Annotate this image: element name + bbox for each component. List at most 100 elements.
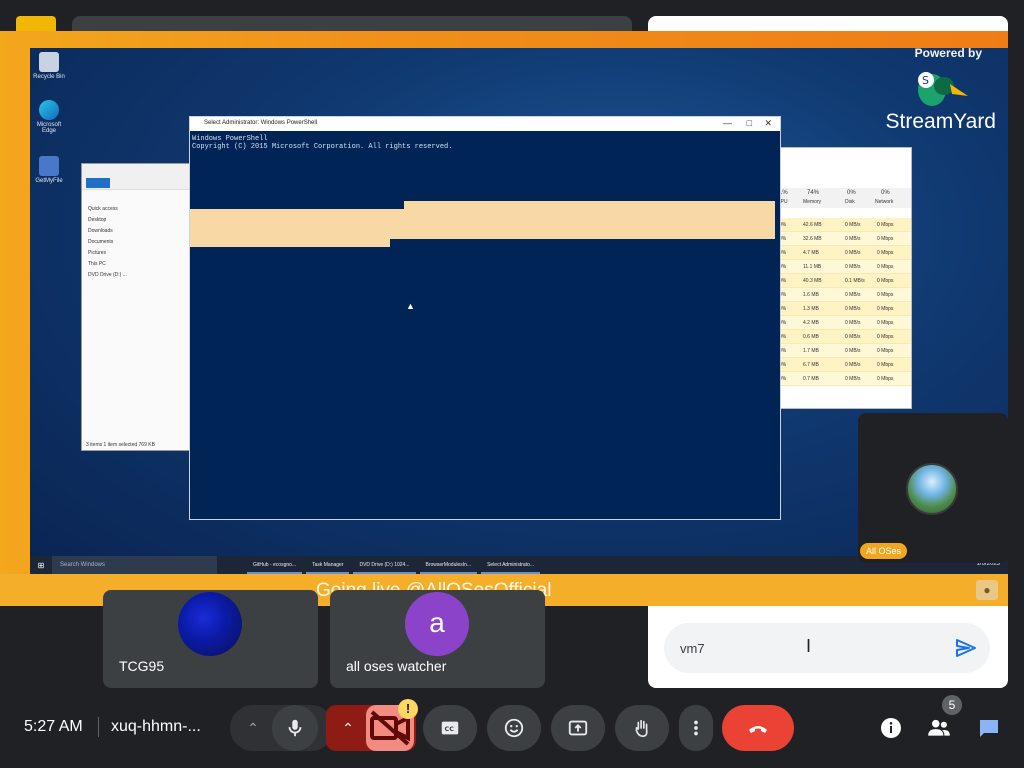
task-manager-row[interactable]: 0% 32.6 MB 0 MB/s 0 Mbps bbox=[773, 232, 911, 246]
participant-name: TCG95 bbox=[119, 658, 165, 674]
desktop-icon-recycle-bin[interactable]: Recycle Bin bbox=[32, 52, 66, 80]
task-manager-row[interactable]: 0% 6.7 MB 0 MB/s 0 Mbps bbox=[773, 358, 911, 372]
info-icon bbox=[881, 718, 901, 738]
present-screen-icon bbox=[568, 720, 588, 736]
video-options-button[interactable]: ⌃ bbox=[326, 705, 370, 751]
edge-icon bbox=[39, 100, 59, 120]
divider bbox=[98, 717, 99, 737]
svg-text:CC: CC bbox=[445, 725, 455, 733]
memory-header: 74% bbox=[807, 190, 820, 196]
people-button[interactable] bbox=[924, 713, 954, 743]
task-manager-row[interactable]: 0% 1.6 MB 0 MB/s 0 Mbps bbox=[773, 288, 911, 302]
reactions-button[interactable] bbox=[487, 705, 541, 751]
text-cursor-icon: I bbox=[806, 636, 812, 656]
explorer-ribbon bbox=[82, 164, 192, 190]
nav-item[interactable]: Pictures bbox=[88, 248, 162, 259]
task-manager-cell: 0 MB/s bbox=[845, 376, 861, 382]
windows-start-icon[interactable]: ⊞ bbox=[30, 556, 52, 574]
chat-message-input[interactable]: vm7 I bbox=[664, 623, 990, 673]
task-manager-cell: 0 Mbps bbox=[877, 236, 894, 242]
powershell-window[interactable]: Select Administrator: Windows PowerShell… bbox=[189, 116, 781, 520]
file-tab[interactable] bbox=[86, 178, 110, 188]
audio-options-button[interactable]: ⌃ bbox=[232, 705, 274, 751]
task-manager-row[interactable]: 0% 11.1 MB 0 MB/s 0 Mbps bbox=[773, 260, 911, 274]
powershell-console[interactable]: Windows PowerShell Copyright (C) 2015 Mi… bbox=[190, 131, 780, 155]
desktop-icon-label: GetMyFile bbox=[35, 178, 63, 184]
avatar bbox=[178, 592, 242, 656]
taskbar-item[interactable]: Select Administrato... bbox=[481, 556, 541, 574]
taskbar-item[interactable]: DVD Drive (D:) 1024... bbox=[353, 556, 416, 574]
participant-name: all oses watcher bbox=[346, 658, 447, 674]
task-manager-cell: 0 MB/s bbox=[845, 264, 861, 270]
nav-item[interactable]: Documents bbox=[88, 237, 162, 248]
meeting-details-button[interactable] bbox=[876, 713, 906, 743]
chat-button[interactable] bbox=[974, 713, 1004, 743]
task-manager-cell: 0 MB/s bbox=[845, 222, 861, 228]
text-selection bbox=[404, 201, 775, 209]
task-manager-cell: 4.2 MB bbox=[803, 320, 819, 326]
task-manager-window[interactable]: 1% 74% 0% 0% CPU Memory Disk Network 0% 4… bbox=[772, 147, 912, 409]
desktop-icon-edge[interactable]: Microsoft Edge bbox=[32, 100, 66, 134]
captions-button[interactable]: CC bbox=[423, 705, 477, 751]
task-manager-row[interactable]: 0% 40.3 MB 0.1 MB/s 0 Mbps bbox=[773, 274, 911, 288]
task-manager-cell: 11.1 MB bbox=[803, 264, 822, 270]
task-manager-row[interactable]: 0% 0.6 MB 0 MB/s 0 Mbps bbox=[773, 330, 911, 344]
powershell-titlebar: Select Administrator: Windows PowerShell… bbox=[190, 117, 780, 131]
more-options-button[interactable] bbox=[679, 705, 713, 751]
task-manager-cell: 6.7 MB bbox=[803, 362, 819, 368]
people-icon bbox=[928, 719, 950, 736]
network-header: 0% bbox=[881, 190, 890, 196]
participant-tile[interactable]: a all oses watcher bbox=[330, 590, 545, 688]
nav-item[interactable]: This PC bbox=[88, 259, 162, 270]
task-manager-cell: 0 MB/s bbox=[845, 320, 861, 326]
nav-item[interactable]: Desktop bbox=[88, 215, 162, 226]
taskbar-search[interactable]: Search Windows bbox=[52, 556, 217, 574]
desktop-icon-label: Microsoft Edge bbox=[36, 122, 62, 134]
task-manager-row[interactable]: 0% 4.2 MB 0 MB/s 0 Mbps bbox=[773, 316, 911, 330]
close-icon[interactable]: ✕ bbox=[764, 118, 772, 129]
present-button[interactable] bbox=[551, 705, 605, 751]
send-icon[interactable] bbox=[954, 636, 978, 660]
taskbar-item[interactable]: GitHub - ecosgno... bbox=[247, 556, 303, 574]
file-explorer-window[interactable]: Quick access Desktop Downloads Documents… bbox=[81, 163, 193, 451]
svg-text:S: S bbox=[922, 74, 929, 87]
task-manager-cell: 0 Mbps bbox=[877, 278, 894, 284]
chat-input-value[interactable]: vm7 bbox=[680, 641, 705, 656]
task-manager-row[interactable]: 0% 42.6 MB 0 MB/s 0 Mbps bbox=[773, 218, 911, 232]
maximize-icon[interactable]: □ bbox=[747, 118, 752, 128]
leave-call-button[interactable] bbox=[722, 705, 794, 751]
text-selection bbox=[190, 239, 390, 247]
explorer-nav: Quick access Desktop Downloads Documents… bbox=[82, 204, 162, 281]
minimize-icon[interactable]: — bbox=[723, 118, 732, 128]
task-manager-row[interactable]: 0% 4.7 MB 0 MB/s 0 Mbps bbox=[773, 246, 911, 260]
nav-item[interactable]: Quick access bbox=[88, 204, 162, 215]
nav-item[interactable]: Downloads bbox=[88, 226, 162, 237]
taskbar-item[interactable]: BrowserModulesIn... bbox=[419, 556, 478, 574]
explorer-status: 3 items 1 item selected 769 KB bbox=[86, 442, 155, 448]
memory-subheader: Memory bbox=[803, 199, 822, 205]
self-video-tile[interactable]: All OSes bbox=[858, 413, 1008, 563]
task-manager-cell: 0 Mbps bbox=[877, 376, 894, 382]
task-manager-cell: 0 MB/s bbox=[845, 348, 861, 354]
disk-subheader: Disk bbox=[845, 199, 855, 205]
taskbar-item[interactable]: Task Manager bbox=[306, 556, 350, 574]
task-manager-cell: 0 MB/s bbox=[845, 250, 861, 256]
powered-by-label: Powered by bbox=[914, 48, 982, 60]
task-manager-row[interactable]: 0% 1.7 MB 0 MB/s 0 Mbps bbox=[773, 344, 911, 358]
microphone-button[interactable] bbox=[272, 705, 318, 751]
task-manager-row[interactable]: 0% 1.3 MB 0 MB/s 0 Mbps bbox=[773, 302, 911, 316]
task-manager-header: 1% 74% 0% 0% CPU Memory Disk Network bbox=[773, 188, 911, 208]
task-manager-cell: 1.6 MB bbox=[803, 292, 819, 298]
task-manager-row[interactable]: 0% 0.7 MB 0 MB/s 0 Mbps bbox=[773, 372, 911, 386]
task-manager-cell: 0 MB/s bbox=[845, 362, 861, 368]
task-manager-cell: 0 MB/s bbox=[845, 292, 861, 298]
participant-tile[interactable]: TCG95 bbox=[103, 590, 318, 688]
meeting-code[interactable]: xuq-hhmn-... bbox=[111, 718, 201, 736]
nav-item[interactable]: DVD Drive (D:) ... bbox=[88, 270, 162, 281]
disk-header: 0% bbox=[847, 190, 856, 196]
raise-hand-button[interactable] bbox=[615, 705, 669, 751]
desktop-icon-getmyfile[interactable]: GetMyFile bbox=[32, 156, 66, 184]
task-manager-cell: 0.6 MB bbox=[803, 334, 819, 340]
task-manager-cell: 0 Mbps bbox=[877, 264, 894, 270]
task-manager-cell: 0 Mbps bbox=[877, 362, 894, 368]
